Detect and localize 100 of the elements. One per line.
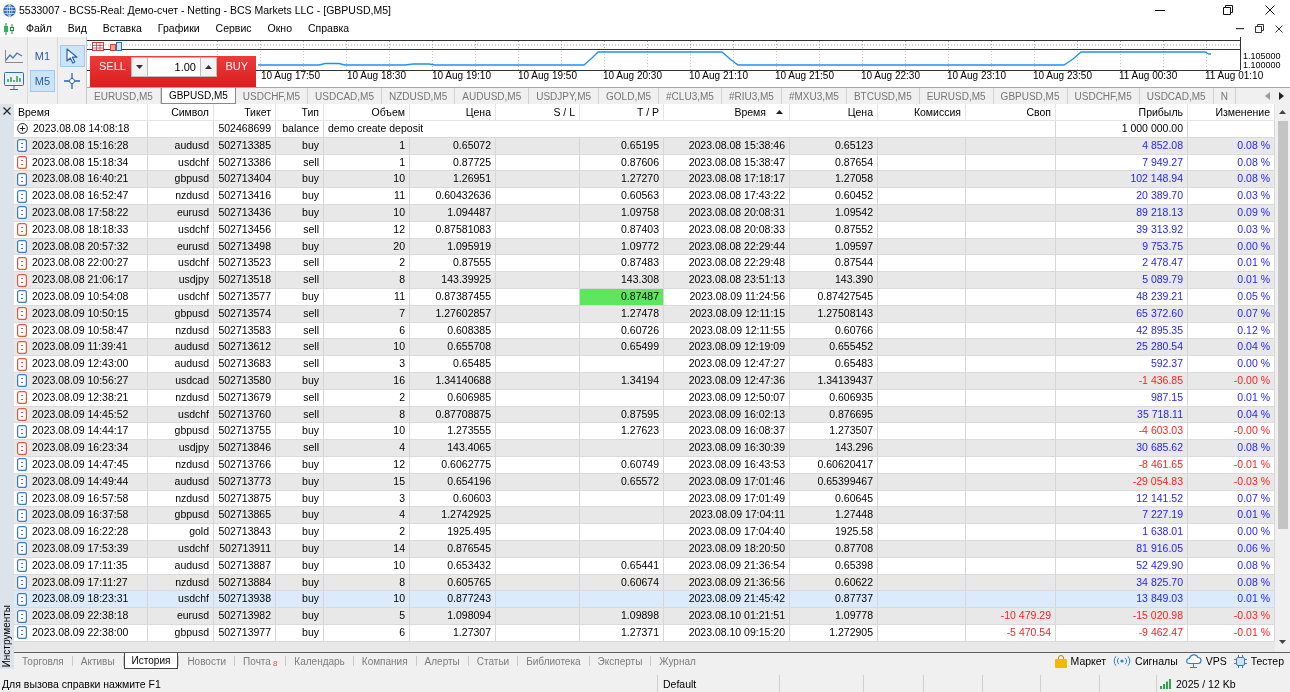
menu-item[interactable]: Файл [18, 20, 60, 37]
menu-item[interactable]: Вид [59, 20, 95, 37]
table-row[interactable]: 2023.08.08 16:40:21 gbpusd 502713404 buy 10 1.26951 1.27270 2023.08.08 17:18:17 1.27058 102 148.94 0.08 % [14, 171, 1275, 189]
column-header[interactable]: Время [664, 104, 790, 120]
line-chart-icon[interactable] [4, 49, 23, 63]
menu-item[interactable]: Справка [300, 20, 358, 37]
timeframe-button[interactable]: M5 [30, 70, 55, 92]
panel-tab[interactable]: Эксперты [589, 653, 651, 669]
table-cell: buy [276, 608, 324, 624]
table-cell: 2 [324, 524, 410, 540]
table-row[interactable]: 2023.08.08 21:06:17 usdjpy 502713518 sell 8 143.39925 143.308 2023.08.08 23:51:13 143.390 5 089.79 0.01 % [14, 272, 1275, 289]
table-cell: 1 638.01 [1056, 524, 1188, 540]
bars-icon[interactable] [110, 42, 122, 51]
table-icon[interactable] [92, 42, 104, 51]
table-cell: 12 [324, 221, 410, 238]
panel-title: Инструменты [1, 604, 13, 667]
restore-icon[interactable] [1223, 5, 1233, 15]
table-row[interactable]: 2023.08.09 11:39:41 audusd 502713612 sell 10 0.655708 0.65499 2023.08.09 12:19:09 0.655452 25 280.54 0.04 % [14, 339, 1275, 357]
column-header[interactable]: Время [14, 104, 148, 120]
increase-button[interactable] [200, 57, 217, 77]
table-cell: 502713683 [214, 356, 276, 372]
column-header[interactable]: Тикет [214, 104, 276, 120]
panel-tab[interactable]: Библиотека [518, 653, 589, 669]
panel-tab[interactable]: Алерты [416, 653, 468, 669]
table-cell: 65 372.60 [1056, 305, 1188, 322]
table-row[interactable]: 2023.08.09 12:38:21 nzdusd 502713679 sell 2 0.606985 2023.08.09 12:50:07 0.606935 987.15 0.01 % [14, 389, 1275, 407]
column-header[interactable]: Цена [790, 104, 878, 120]
decrease-button[interactable] [131, 57, 148, 77]
column-header[interactable]: Объем [324, 104, 410, 120]
table-row[interactable]: 2023.08.09 12:43:00 audusd 502713683 sell 3 0.65485 2023.08.09 12:47:27 0.65483 592.37 0.00 % [14, 356, 1275, 373]
table-cell: 5 089.79 [1056, 272, 1188, 288]
table-row[interactable]: 2023.08.09 10:54:08 usdchf 502713577 buy 11 0.87387455 0.87487 2023.08.09 11:24:56 0.87427545 48 239.21 0.05 % [14, 288, 1275, 306]
column-header[interactable]: Тип [276, 104, 324, 120]
menu-item[interactable]: Вставка [94, 20, 150, 37]
table-cell: usdjpy [148, 440, 214, 456]
volume-field[interactable]: 1.00 [148, 57, 200, 77]
table-row[interactable]: 2023.08.08 14:08:18 502468699 balance demo create deposit 1 000 000.00 [14, 121, 1275, 138]
sort-arrow-icon [776, 110, 783, 114]
panel-tab[interactable]: Статьи [468, 653, 518, 669]
table-row[interactable]: 2023.08.09 22:38:18 eurusd 502713982 buy 5 1.098094 1.09898 2023.08.10 01:21:51 1.09778 -10 479.29 -15 020.98 -0.03 % [14, 608, 1275, 625]
table-row[interactable]: 2023.08.09 16:37:58 gbpusd 502713865 buy 4 1.2742925 2023.08.09 17:04:11 1.27448 7 227.19 0.01 % [14, 507, 1275, 525]
panel-tab[interactable]: История [123, 653, 179, 669]
panel-tab[interactable]: Новости [179, 653, 235, 669]
table-cell: 1.272905 [790, 624, 878, 641]
panel-tab[interactable]: Журнал [651, 653, 704, 669]
table-cell: 10 [324, 205, 410, 221]
table-cell: 0.60622 [790, 574, 878, 591]
column-header[interactable]: Цена [410, 104, 496, 120]
menu-item[interactable]: Окно [259, 20, 300, 37]
minimize-icon[interactable] [1236, 27, 1244, 30]
column-header[interactable]: Символ [148, 104, 214, 120]
scroll-down-icon[interactable] [1279, 640, 1286, 644]
table-row[interactable]: 2023.08.08 16:52:47 nzdusd 502713416 buy 11 0.60432636 0.60563 2023.08.08 17:43:22 0.60452 20 389.70 0.03 % [14, 188, 1275, 205]
table-row[interactable]: 2023.08.09 17:11:35 audusd 502713887 buy 10 0.653432 0.65441 2023.08.09 21:36:54 0.65398 52 429.90 0.08 % [14, 557, 1275, 575]
table-cell: nzdusd [148, 490, 214, 507]
service-button[interactable]: Маркет [1054, 654, 1107, 668]
column-header[interactable]: Прибыль [1056, 104, 1188, 120]
service-button[interactable]: Сигналы [1113, 655, 1178, 667]
table-cell: audusd [148, 137, 214, 154]
table-cell: 0.87595 [580, 406, 664, 423]
chart-tab[interactable]: GBPUSD,M5 [160, 88, 236, 104]
menu-item[interactable]: Сервис [207, 20, 260, 37]
timestamp: 2023.08.08 17:58:22 [32, 205, 129, 220]
timestamp: 2023.08.09 14:47:45 [32, 456, 129, 472]
table-row[interactable]: 2023.08.08 18:18:33 usdchf 502713456 sell 12 0.87581083 0.87403 2023.08.08 20:08:33 0.87552 39 313.92 0.03 % [14, 221, 1275, 239]
right-arrow-icon[interactable] [1279, 92, 1284, 100]
table-cell: 0.65485 [410, 356, 496, 372]
cursor-tool-button[interactable] [59, 45, 85, 67]
panel-tab[interactable]: Активы [72, 653, 123, 669]
plus-circle-icon [17, 123, 28, 135]
service-button[interactable]: VPS [1184, 654, 1227, 668]
timestamp: 2023.08.09 17:11:35 [32, 557, 128, 573]
scroll-up-icon[interactable] [1279, 110, 1286, 114]
table-row[interactable]: 2023.08.09 16:23:34 usdjpy 502713846 sell 4 143.4065 2023.08.09 16:30:39 143.296 30 685.62 0.08 % [14, 440, 1275, 457]
timeframe-button[interactable]: M1 [30, 45, 55, 67]
table-row[interactable]: 2023.08.09 18:23:31 usdchf 502713938 buy 10 0.877243 2023.08.09 21:45:42 0.87737 13 849.03 0.01 % [14, 591, 1275, 609]
table-row[interactable]: 2023.08.09 16:22:28 gold 502713843 buy 2 1925.495 2023.08.09 17:04:40 1925.58 1 638.01 0.00 % [14, 524, 1275, 541]
close-icon[interactable] [1265, 5, 1275, 15]
chart-window-icon[interactable] [3, 72, 24, 90]
column-header[interactable]: Комиссия [878, 104, 966, 120]
minimize-icon[interactable] [1155, 9, 1165, 11]
document-icon [17, 340, 27, 354]
time-axis-label: 11 Aug 00:30 [1119, 70, 1178, 81]
column-header[interactable]: S / L [496, 104, 580, 120]
panel-tab[interactable]: Компания [353, 653, 416, 669]
table-cell: 2 [324, 255, 410, 272]
scrollbar-thumb[interactable] [1277, 121, 1288, 529]
table-cell: buy [276, 574, 324, 591]
panel-tab[interactable]: Календарь [286, 653, 353, 669]
service-button[interactable]: Тестер [1233, 654, 1284, 668]
close-icon[interactable] [1275, 24, 1283, 33]
close-icon[interactable] [3, 107, 11, 115]
column-header[interactable]: Своп [966, 104, 1056, 120]
menu-item[interactable]: Графики [149, 20, 208, 37]
column-header[interactable]: T / P [580, 104, 664, 120]
timestamp: 2023.08.08 22:00:27 [32, 255, 129, 271]
panel-tab[interactable]: Торговля [14, 653, 72, 669]
table-row[interactable]: 2023.08.09 22:38:00 gbpusd 502713977 buy 6 1.27307 1.27371 2023.08.10 09:15:20 1.272905 -5 470.54 -9 462.47 -0.01 % [14, 624, 1275, 642]
table-row[interactable]: 2023.08.09 14:47:45 nzdusd 502713766 buy 12 0.6062775 0.60749 2023.08.09 16:43:53 0.60620417 -8 461.65 -0.01 % [14, 456, 1275, 474]
restore-icon[interactable] [1255, 24, 1264, 33]
